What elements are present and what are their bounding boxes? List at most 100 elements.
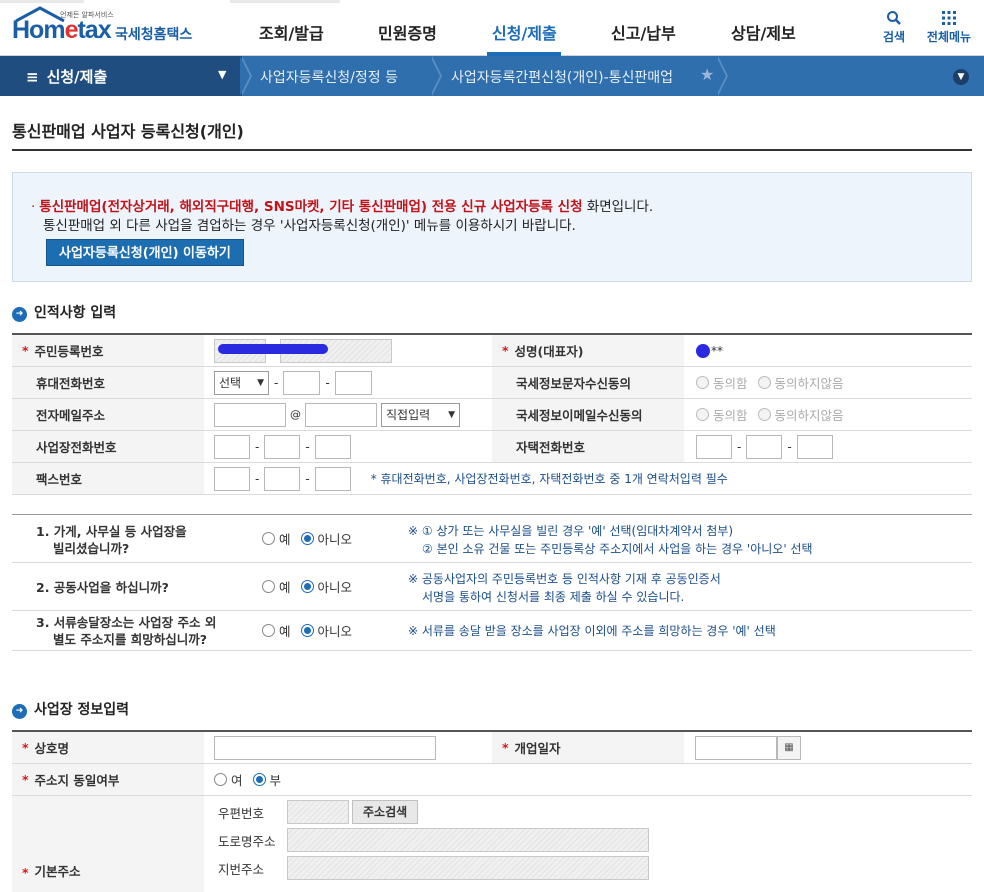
email-domain-select[interactable]: 직접입력 [381, 402, 460, 427]
same-address-no-radio[interactable] [252, 773, 266, 786]
trade-name-label: * 상호명 [12, 732, 204, 763]
gnb-certificate[interactable]: 민원증명 [378, 20, 437, 44]
go-general-registration-button[interactable]: 사업자등록신청(개인) 이동하기 [46, 239, 244, 266]
fax-3-input[interactable] [314, 466, 351, 491]
home-phone-label: 자택전화번호 [492, 431, 684, 462]
hometax-logo[interactable]: 언제든 알파서비스 Hometax 국세청홈택스 [12, 6, 197, 48]
breadcrumb-current[interactable]: 사업자등록간편신청(개인)-통신판매업 [451, 67, 673, 87]
road-address-input [287, 828, 649, 852]
gnb-report-payment[interactable]: 신고/납부 [611, 20, 676, 44]
lot-address-label: 지번주소 [218, 861, 265, 877]
email-domain-input[interactable] [305, 402, 377, 427]
zip-label: 우편번호 [218, 805, 265, 821]
email-label: 전자메일주소 [12, 399, 204, 430]
fax-1-input[interactable] [214, 466, 250, 491]
search-icon [887, 11, 901, 25]
biz-phone-1-input[interactable] [214, 434, 250, 459]
email-consent-field: 동의함 동의하지않음 [696, 399, 854, 430]
gnb-inquiry[interactable]: 조회/발급 [259, 20, 324, 44]
arrow-right-circle-icon: ➜ [12, 307, 27, 322]
chevron-down-icon[interactable]: ▼ [953, 69, 969, 85]
notice-line-2: 통신판매업 외 다른 사업을 겸업하는 경우 '사업자등록신청(개인)' 메뉴를… [43, 218, 576, 234]
redacted-mark [218, 344, 328, 354]
same-address-field: 여 부 [214, 764, 291, 795]
table-row: * 주소지 동일여부 여 부 [12, 764, 972, 796]
grid-menu-icon [942, 11, 956, 25]
question-row: 2. 공동사업을 하십니까? 예 아니오 ※ 공동사업자의 주민등록번호 등 인… [12, 563, 972, 611]
home-phone-field: - - [696, 431, 833, 462]
title-divider [12, 149, 972, 151]
q1-no-radio[interactable] [300, 532, 314, 545]
notice-line-1: · 통신판매업(전자상거래, 해외직구대행, SNS마켓, 기타 통신판매업) 전… [31, 199, 654, 215]
road-address-row: 도로명주소 [218, 828, 649, 852]
question-2-text: 2. 공동사업을 하십니까? [36, 580, 169, 595]
trade-name-field [214, 732, 436, 763]
contact-required-note: * 휴대전화번호, 사업장전화번호, 자택전화번호 중 1개 연락처입력 필수 [370, 472, 728, 486]
question-1-note: ※ ① 상가 또는 사무실을 빌린 경우 '예' 선택(임대차계약서 첨부) ② … [408, 524, 813, 556]
breadcrumb-item[interactable]: 사업자등록신청/정정 등 [260, 67, 398, 87]
business-info-table: * 상호명 * 개업일자 ▦ * 주소지 동일여부 여 부 * 기본주소 우편번호 주소… [12, 730, 972, 892]
email-disagree-radio[interactable] [757, 408, 771, 421]
table-row: 팩스번호 - - * 휴대전화번호, 사업장전화번호, 자택전화번호 중 1개 … [12, 463, 972, 495]
same-address-yes-radio[interactable] [214, 773, 227, 786]
mobile-mid-input[interactable] [283, 370, 321, 395]
q2-no-radio[interactable] [300, 580, 314, 593]
biz-phone-3-input[interactable] [314, 434, 351, 459]
home-phone-2-input[interactable] [746, 434, 783, 459]
mobile-last-input[interactable] [334, 370, 372, 395]
question-1-text: 1. 가게, 사무실 등 사업장을 빌리셨습니까? [36, 524, 187, 556]
gnb-consult[interactable]: 상담/제보 [731, 20, 796, 44]
question-2-answer: 예 아니오 [262, 563, 362, 610]
nav-menu: ≡ 신청/제출 [26, 68, 108, 86]
basic-address-label: * 기본주소 [12, 796, 204, 892]
rrn-label: * 주민등록번호 [12, 335, 204, 366]
open-date-label: * 개업일자 [492, 732, 684, 763]
biz-phone-field: - - [214, 431, 351, 462]
home-phone-3-input[interactable] [796, 434, 833, 459]
sms-agree-radio[interactable] [696, 376, 709, 389]
all-menu-button[interactable]: 전체메뉴 [923, 8, 975, 45]
biz-phone-2-input[interactable] [264, 434, 301, 459]
table-row: * 주민등록번호 * 성명(대표자) ** [12, 335, 972, 367]
same-address-label: * 주소지 동일여부 [12, 764, 204, 795]
sms-consent-label: 국세정보문자수신동의 [492, 367, 684, 398]
calendar-icon[interactable]: ▦ [777, 735, 801, 760]
arrow-right-circle-icon: ➜ [12, 704, 27, 719]
home-phone-1-input[interactable] [696, 434, 732, 459]
fax-field: - - * 휴대전화번호, 사업장전화번호, 자택전화번호 중 1개 연락처입력… [214, 463, 728, 494]
mobile-prefix-select[interactable]: 선택 [214, 370, 269, 395]
q3-no-radio[interactable] [300, 624, 314, 637]
question-3-text: 3. 서류송달장소는 사업장 주소 외 별도 주소지를 희망하십니까? [36, 615, 217, 647]
location-bar: ≡ 신청/제출 ▼ 사업자등록신청/정정 등 사업자등록간편신청(개인)-통신판매… [0, 56, 984, 96]
lot-address-row: 지번주소 [218, 856, 649, 880]
sms-disagree-radio[interactable] [757, 376, 771, 389]
section-business-title: ➜ 사업장 정보입력 [12, 699, 129, 719]
email-field: @ 직접입력 [214, 399, 460, 430]
logo-org-name: 국세청홈택스 [115, 27, 193, 43]
q3-yes-radio[interactable] [262, 624, 275, 637]
questions-table: 1. 가게, 사무실 등 사업장을 빌리셨습니까? 예 아니오 ※ ① 상가 또는… [12, 514, 972, 651]
mobile-label: 휴대전화번호 [12, 367, 204, 398]
section-personal-title: ➜ 인적사항 입력 [12, 302, 116, 322]
trade-name-input[interactable] [214, 735, 436, 760]
email-agree-radio[interactable] [696, 408, 709, 421]
fax-2-input[interactable] [264, 466, 301, 491]
question-row: 3. 서류송달장소는 사업장 주소 외 별도 주소지를 희망하십니까? 예 아니오… [12, 611, 972, 651]
table-row: * 상호명 * 개업일자 ▦ [12, 732, 972, 764]
open-date-input[interactable] [695, 735, 777, 760]
mobile-field: 선택 - - [214, 367, 372, 398]
q2-yes-radio[interactable] [262, 580, 275, 593]
address-search-button[interactable]: 주소검색 [352, 800, 419, 824]
table-row: 사업장전화번호 - - 자택전화번호 - - [12, 431, 972, 463]
search-label: 검색 [882, 30, 906, 44]
road-address-label: 도로명주소 [218, 833, 276, 849]
nav-menu-dropdown[interactable]: ≡ 신청/제출 ▼ [0, 56, 242, 96]
q1-yes-radio[interactable] [262, 532, 275, 545]
top-tab-strip [230, 0, 340, 3]
email-consent-label: 국세정보이메일수신동의 [492, 399, 684, 430]
search-button[interactable]: 검색 [869, 8, 919, 45]
question-3-answer: 예 아니오 [262, 611, 362, 650]
favorite-star-icon[interactable]: ★ [700, 65, 714, 84]
gnb-application[interactable]: 신청/제출 [492, 20, 557, 44]
email-id-input[interactable] [214, 402, 286, 427]
